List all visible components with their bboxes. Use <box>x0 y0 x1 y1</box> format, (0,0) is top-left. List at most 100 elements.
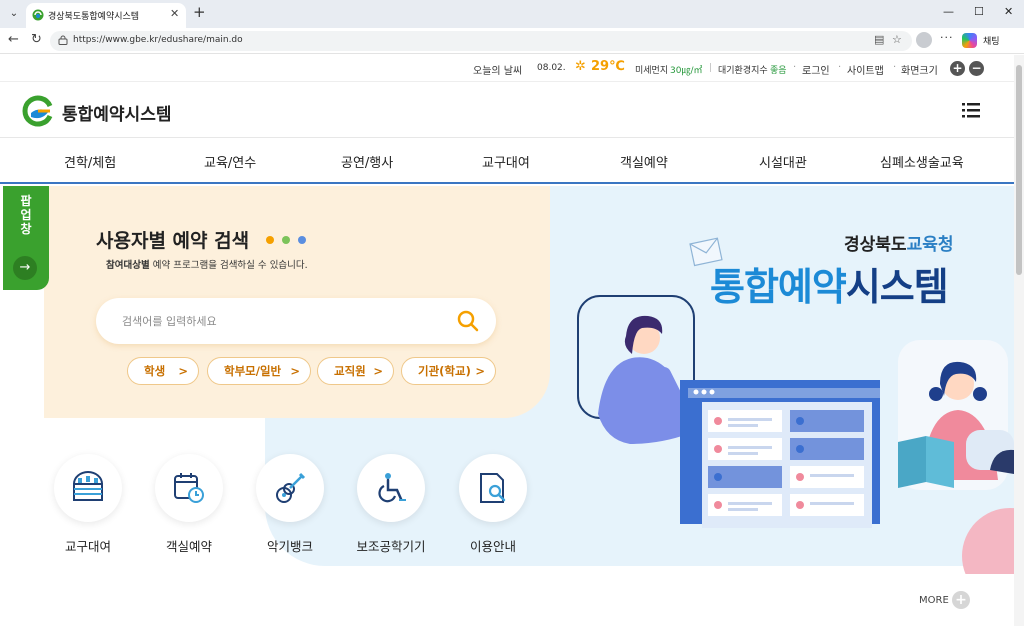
wheelchair-icon <box>378 473 406 503</box>
banner-subtitle: 경상북도교육청 <box>844 230 953 255</box>
chip-student[interactable]: 학생 > <box>127 357 199 385</box>
calendar-clock-icon <box>174 473 204 503</box>
browser-tab-bar: ⌄ 경상북도통합예약시스템 ✕ + — ☐ ✕ <box>0 0 1024 28</box>
air-index-value: 좋음 <box>770 66 787 76</box>
chevron-right-icon: > <box>178 364 188 378</box>
fine-dust-label: 미세먼지 <box>635 66 669 76</box>
quick-item-assistive-tech[interactable]: 보조공학기기 <box>346 454 436 555</box>
quick-item-label: 이용안내 <box>469 539 516 554</box>
banner-sub-prefix: 경상북도 <box>844 235 907 255</box>
hero-section: 경상북도교육청 통합예약시스템 팝업창 → 사용자별 예약 검색 참여대상별 예… <box>0 186 1014 626</box>
weather-label: 오늘의 날씨 <box>473 66 523 77</box>
search-subtitle-bold: 참여대상별 <box>106 260 150 271</box>
nav-item-room-booking[interactable]: 객실예약 <box>620 152 668 171</box>
chip-label: 교직원 <box>334 364 366 378</box>
tab-title: 경상북도통합예약시스템 <box>48 12 140 22</box>
browser-tab[interactable]: 경상북도통합예약시스템 ✕ <box>26 3 186 28</box>
url-field[interactable]: https://www.gbe.kr/edushare/main.do ▤ ☆ <box>50 31 912 51</box>
favorite-star-icon[interactable]: ☆ <box>892 33 902 46</box>
new-tab-icon[interactable]: + <box>193 3 206 21</box>
page-scrollbar[interactable] <box>1014 55 1024 626</box>
main-nav: 견학/체험 교육/연수 공연/행사 교구대여 객실예약 시설대관 심폐소생술교육 <box>0 139 1014 184</box>
sun-icon: ✲ <box>575 59 586 74</box>
quick-item-instrument-bank[interactable]: 악기뱅크 <box>245 454 335 555</box>
fine-dust-value: 30㎍/㎥ <box>670 66 703 76</box>
url-text: https://www.gbe.kr/edushare/main.do <box>73 35 243 45</box>
maximize-icon[interactable]: ☐ <box>974 5 984 18</box>
arrow-right-icon[interactable]: → <box>13 256 37 280</box>
search-icon[interactable] <box>456 309 480 333</box>
quick-item-room-booking[interactable]: 객실예약 <box>144 454 234 555</box>
dot-orange <box>266 236 274 244</box>
weather-date: 08.02. <box>537 63 566 73</box>
search-subtitle-rest: 예약 프로그램을 검색하실 수 있습니다. <box>152 260 308 271</box>
reload-icon[interactable]: ↻ <box>31 32 42 47</box>
screen-size-label: 화면크기 <box>901 66 938 77</box>
copilot-icon[interactable] <box>962 33 977 48</box>
quick-item-label: 객실예약 <box>165 539 212 554</box>
tab-list-icon[interactable]: ⌄ <box>5 5 23 23</box>
guitar-icon <box>276 472 306 503</box>
scrollbar-thumb[interactable] <box>1016 65 1022 275</box>
close-window-icon[interactable]: ✕ <box>1004 5 1013 18</box>
nav-item-equipment-rental[interactable]: 교구대여 <box>482 152 530 171</box>
tab-close-icon[interactable]: ✕ <box>170 7 179 20</box>
air-index-label: 대기환경지수 <box>718 66 768 76</box>
chip-institution[interactable]: 기관(학교) > <box>401 357 496 385</box>
popup-label: 팝업창 <box>20 194 32 236</box>
sitemap-link[interactable]: 사이트맵 <box>847 62 884 77</box>
chip-label: 학부모/일반 <box>224 364 282 378</box>
chat-label[interactable]: 채팅 <box>983 34 1000 47</box>
temperature: 29℃ <box>591 59 625 74</box>
nav-item-tour[interactable]: 견학/체험 <box>64 152 116 171</box>
quick-item-circle <box>256 454 324 522</box>
nav-item-facility-rental[interactable]: 시설대관 <box>759 152 807 171</box>
nav-item-cpr-training[interactable]: 심폐소생술교육 <box>880 152 964 171</box>
chip-parent-general[interactable]: 학부모/일반 > <box>207 357 311 385</box>
quick-item-equipment-rental[interactable]: 교구대여 <box>43 454 133 555</box>
site-logo-text[interactable]: 통합예약시스템 <box>62 100 171 125</box>
more-options-icon[interactable]: ··· <box>940 31 954 44</box>
quick-item-circle <box>155 454 223 522</box>
quick-item-circle <box>357 454 425 522</box>
reader-mode-icon[interactable]: ▤ <box>874 33 884 46</box>
minimize-icon[interactable]: — <box>943 5 954 18</box>
util-bullet: · <box>793 62 797 73</box>
quick-item-label: 보조공학기기 <box>356 539 426 554</box>
more-link[interactable]: MORE <box>919 595 949 606</box>
nav-item-events[interactable]: 공연/행사 <box>341 152 393 171</box>
site-header: 통합예약시스템 <box>0 82 1014 138</box>
profile-avatar[interactable] <box>916 32 932 48</box>
popup-tab[interactable]: 팝업창 → <box>3 186 49 290</box>
login-link[interactable]: 로그인 <box>802 62 830 77</box>
quick-item-circle <box>54 454 122 522</box>
quick-item-label: 악기뱅크 <box>266 539 313 554</box>
site-favicon-icon <box>32 9 44 21</box>
search-input[interactable]: 검색어를 입력하세요 <box>96 298 496 344</box>
chip-label: 기관(학교) <box>418 364 471 378</box>
nav-item-training[interactable]: 교육/연수 <box>204 152 256 171</box>
site-info-icon[interactable] <box>58 35 68 45</box>
document-search-icon <box>480 473 506 503</box>
search-title: 사용자별 예약 검색 <box>96 230 250 252</box>
back-icon[interactable]: ← <box>8 32 19 47</box>
zoom-in-button[interactable]: + <box>950 61 965 76</box>
banner-sub-suffix: 교육청 <box>906 235 954 255</box>
site-logo-icon[interactable] <box>22 95 54 127</box>
util-bullet: · <box>838 62 842 73</box>
zoom-out-button[interactable]: − <box>969 61 984 76</box>
dot-blue <box>298 236 306 244</box>
chevron-right-icon: > <box>290 364 300 378</box>
quick-item-label: 교구대여 <box>64 539 111 554</box>
quick-item-circle <box>459 454 527 522</box>
quick-item-guide[interactable]: 이용안내 <box>448 454 538 555</box>
chip-teacher[interactable]: 교직원 > <box>317 357 394 385</box>
page-viewport: 오늘의 날씨 08.02. ✲ 29℃ 미세먼지 30㎍/㎥ | 대기환경지수 … <box>0 55 1014 626</box>
abacus-icon <box>73 471 103 501</box>
search-placeholder: 검색어를 입력하세요 <box>122 315 217 328</box>
all-menu-icon[interactable] <box>962 102 980 118</box>
util-divider: | <box>709 63 713 73</box>
dot-green <box>282 236 290 244</box>
more-plus-icon[interactable]: + <box>952 591 970 609</box>
banner-title: 통합예약시스템 <box>710 256 949 311</box>
